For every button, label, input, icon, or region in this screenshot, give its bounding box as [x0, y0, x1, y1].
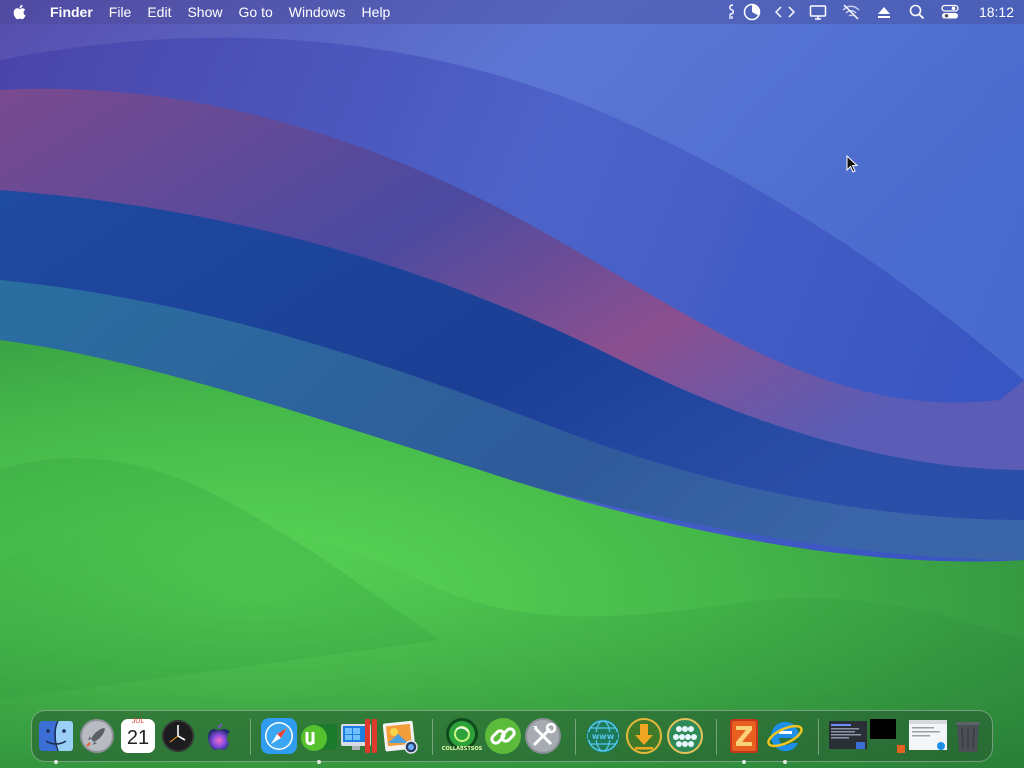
collabstsos-label: COLLABSTSOS	[441, 746, 483, 752]
dock-calendar[interactable]: JUL 21	[118, 716, 158, 756]
dock-filezilla[interactable]	[724, 716, 764, 764]
spotlight-search-icon[interactable]	[906, 0, 928, 24]
menu-go-to[interactable]: Go to	[231, 0, 281, 24]
dock-launchpad[interactable]	[77, 716, 117, 756]
svg-text:www: www	[592, 732, 615, 741]
dock-finder[interactable]	[36, 716, 76, 764]
dock-separator	[250, 719, 251, 755]
menu-app-finder[interactable]: Finder	[38, 0, 101, 24]
menu-windows[interactable]: Windows	[281, 0, 354, 24]
trash-icon	[956, 722, 980, 752]
script-icon[interactable]	[725, 0, 737, 24]
finder-icon	[39, 720, 73, 752]
dock: JUL 21 COLLABSTSOS www	[31, 710, 993, 764]
dock-separator	[575, 719, 576, 755]
dock-cluster-app[interactable]	[665, 716, 705, 756]
dock-trash[interactable]	[948, 716, 988, 756]
chain-link-icon	[485, 718, 521, 754]
dock-internet-explorer[interactable]	[765, 716, 805, 764]
apple-menu-icon[interactable]	[0, 0, 38, 24]
dock-collabstsos[interactable]: COLLABSTSOS	[442, 716, 482, 756]
eject-icon[interactable]	[873, 0, 895, 24]
calendar-day: 21	[126, 727, 150, 749]
dock-downloader[interactable]	[624, 716, 664, 756]
code-brackets-icon[interactable]	[774, 0, 796, 24]
menu-bar-left: Finder File Edit Show Go to Windows Help	[0, 0, 398, 24]
dock-link-tool[interactable]	[483, 716, 523, 756]
running-indicator	[742, 760, 746, 764]
rocket-icon	[80, 719, 114, 753]
menu-bar: Finder File Edit Show Go to Windows Help	[0, 0, 1024, 24]
calendar-month: JUL	[131, 718, 145, 725]
window-thumbnail-icon	[909, 720, 947, 750]
display-icon[interactable]	[807, 0, 829, 24]
wifi-off-icon[interactable]	[840, 0, 862, 24]
menu-bar-clock[interactable]: 18:12	[979, 0, 1014, 24]
dock-system-tools[interactable]	[523, 716, 563, 756]
running-indicator	[317, 760, 321, 764]
window-thumbnail-icon	[829, 721, 867, 749]
mouse-pointer-icon	[846, 155, 859, 173]
running-indicator	[54, 760, 58, 764]
menu-file[interactable]: File	[101, 0, 140, 24]
window-thumbnail-icon	[870, 719, 905, 753]
menu-show[interactable]: Show	[179, 0, 230, 24]
pie-chart-icon[interactable]	[741, 0, 763, 24]
safari-compass-icon	[261, 718, 297, 754]
wrench-screwdriver-icon	[525, 718, 561, 754]
parallels-icon	[341, 719, 377, 753]
dock-clock[interactable]	[158, 716, 198, 756]
siri-apple-icon	[208, 724, 230, 750]
dock-preview[interactable]	[380, 716, 420, 756]
menu-help[interactable]: Help	[354, 0, 399, 24]
internet-explorer-icon	[767, 721, 803, 752]
dock-window-preview-1[interactable]	[828, 716, 868, 756]
cluster-drops-icon	[667, 718, 703, 754]
dock-parallels[interactable]	[339, 716, 379, 756]
running-indicator	[783, 760, 787, 764]
www-globe-icon: www	[586, 719, 620, 753]
preview-photos-icon	[382, 720, 418, 754]
desktop-wallpaper	[0, 0, 1024, 768]
control-center-icon[interactable]	[939, 0, 961, 24]
download-arrow-icon	[626, 718, 662, 754]
dock-separator	[818, 719, 819, 755]
dock-utorrent[interactable]	[299, 716, 339, 764]
dock-separator	[432, 719, 433, 755]
menu-edit[interactable]: Edit	[139, 0, 179, 24]
menu-bar-status-area: 18:12	[725, 0, 1014, 24]
dock-window-preview-2[interactable]	[869, 716, 909, 756]
filezilla-icon	[730, 719, 758, 753]
dock-siri[interactable]	[198, 716, 238, 756]
dock-safari[interactable]	[259, 716, 299, 756]
dock-window-preview-3[interactable]	[908, 716, 948, 756]
utorrent-icon	[301, 724, 337, 751]
dock-separator	[716, 719, 717, 755]
dock-www-browser[interactable]: www	[583, 716, 623, 756]
clock-icon	[162, 720, 194, 752]
